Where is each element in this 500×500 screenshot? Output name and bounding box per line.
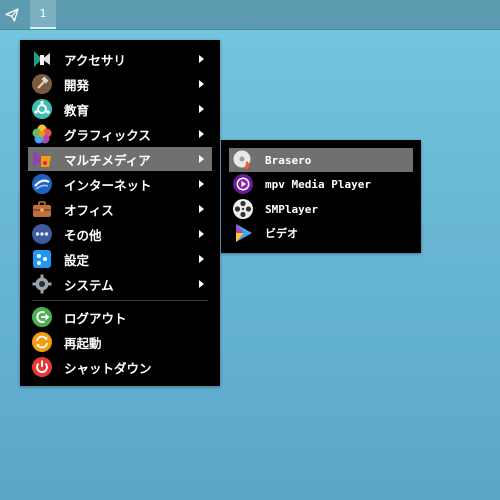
menu-item-label: 設定 (64, 252, 90, 268)
menu-item-settings[interactable]: 設定 (28, 247, 212, 271)
shutdown-icon (32, 357, 52, 377)
menu-item-internet[interactable]: インターネット (28, 172, 212, 196)
menu-item-label: インターネット (64, 177, 152, 193)
education-icon (32, 99, 52, 119)
submenu-arrow-icon (199, 280, 204, 288)
submenu-arrow-icon (199, 180, 204, 188)
submenu-arrow-icon (199, 255, 204, 263)
submenu-item-mpv[interactable]: mpv Media Player (229, 172, 413, 196)
menu-item-development[interactable]: 開発 (28, 72, 212, 96)
submenu-arrow-icon (199, 205, 204, 213)
menu-separator (32, 300, 208, 301)
submenu-arrow-icon (199, 230, 204, 238)
application-menu: アクセサリ 開発 教育 グラフィックス マルチメディア インターネット オフィス… (20, 40, 220, 386)
submenu-item-video[interactable]: ビデオ (229, 221, 413, 245)
accessories-icon (32, 49, 52, 69)
submenu-arrow-icon (199, 130, 204, 138)
submenu-arrow-icon (199, 155, 204, 163)
other-icon (32, 224, 52, 244)
menu-item-other[interactable]: その他 (28, 222, 212, 246)
menu-item-label: マルチメディア (64, 152, 151, 168)
internet-icon (32, 174, 52, 194)
logout-icon (32, 307, 52, 327)
paper-plane-icon (5, 7, 19, 22)
menu-item-label: ログアウト (64, 310, 127, 326)
menu-item-label: 再起動 (64, 335, 102, 351)
menu-item-label: 教育 (64, 102, 90, 118)
development-icon (32, 74, 52, 94)
submenu-item-label: SMPlayer (265, 202, 318, 216)
menu-item-label: 開発 (64, 77, 90, 93)
submenu-item-smplayer[interactable]: SMPlayer (229, 197, 413, 221)
submenu-arrow-icon (199, 80, 204, 88)
submenu-arrow-icon (199, 55, 204, 63)
multimedia-submenu: Brasero mpv Media Player SMPlayer ビデオ (221, 140, 421, 253)
menu-item-shutdown[interactable]: シャットダウン (28, 355, 212, 379)
menu-item-system[interactable]: システム (28, 272, 212, 296)
mpv-icon (233, 174, 253, 194)
restart-icon (32, 332, 52, 352)
menu-item-graphics[interactable]: グラフィックス (28, 122, 212, 146)
submenu-item-label: Brasero (265, 153, 312, 167)
menu-launcher-button[interactable] (0, 0, 24, 29)
submenu-arrow-icon (199, 105, 204, 113)
settings-icon (32, 249, 52, 269)
system-icon (32, 274, 52, 294)
menu-item-label: アクセサリ (64, 52, 126, 68)
menu-item-label: その他 (64, 227, 102, 243)
menu-item-multimedia[interactable]: マルチメディア (28, 147, 212, 171)
menu-item-accessories[interactable]: アクセサリ (28, 47, 212, 71)
workspace-button-1[interactable]: 1 (30, 0, 56, 29)
submenu-item-brasero[interactable]: Brasero (229, 148, 413, 172)
menu-item-logout[interactable]: ログアウト (28, 305, 212, 329)
brasero-icon (233, 150, 253, 170)
multimedia-icon (32, 149, 52, 169)
video-icon (233, 223, 253, 243)
menu-item-label: オフィス (64, 202, 114, 218)
submenu-item-label: ビデオ (265, 227, 298, 240)
smplayer-icon (233, 199, 253, 219)
menu-item-label: システム (64, 277, 114, 293)
office-icon (32, 199, 52, 219)
menu-item-restart[interactable]: 再起動 (28, 330, 212, 354)
menu-item-education[interactable]: 教育 (28, 97, 212, 121)
graphics-icon (32, 124, 52, 144)
menu-item-label: シャットダウン (64, 360, 152, 376)
submenu-item-label: mpv Media Player (265, 177, 371, 191)
menu-item-label: グラフィックス (64, 127, 151, 143)
top-panel: 1 (0, 0, 500, 30)
menu-item-office[interactable]: オフィス (28, 197, 212, 221)
